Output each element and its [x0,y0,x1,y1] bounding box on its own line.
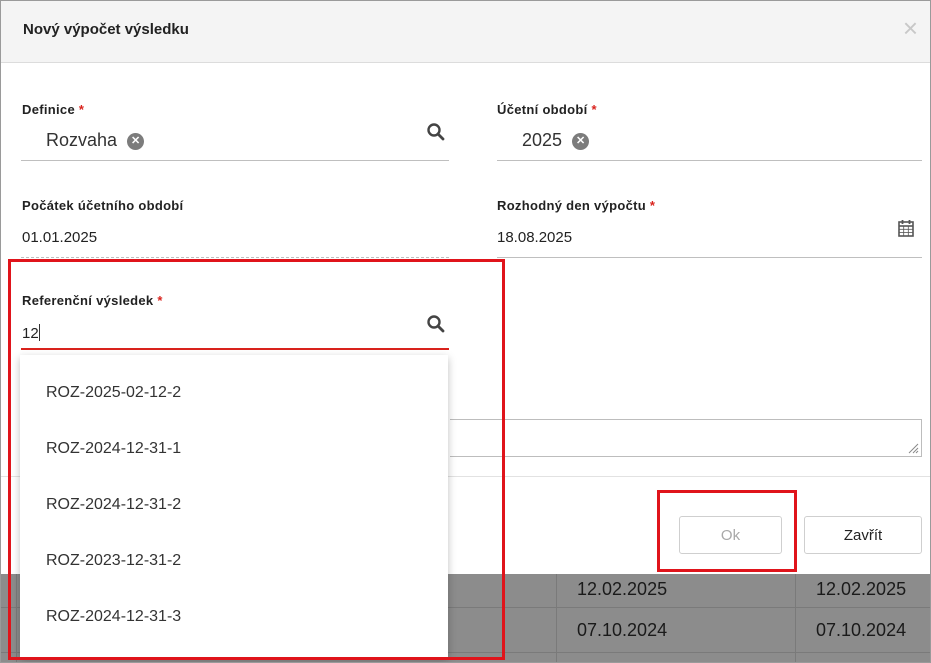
required-mark: * [157,293,163,308]
dropdown-option[interactable]: ROZ-2024-12-31-1 [46,440,181,458]
table-cell: 07.10.2024 [577,620,668,640]
dropdown-option[interactable]: ROZ-2024-12-31-2 [46,496,181,514]
accounting-period-chip: 2025 ✕ [522,130,590,151]
dropdown-option[interactable]: ROZ-2024-12-31-3 [46,608,181,626]
table-cell: 12.02.2025 [577,579,668,599]
decisive-date-underline [497,257,922,258]
table-column-divider [795,574,796,663]
search-icon[interactable] [426,122,446,142]
definition-value: Rozvaha [46,130,118,150]
table-cell: 12.02.2025 [816,579,907,599]
period-start-label: Počátek účetního období [22,198,184,213]
period-start-value: 01.01.2025 [22,229,98,246]
accounting-period-value: 2025 [522,130,563,150]
required-mark: * [591,102,597,117]
reference-result-label: Referenční výsledek * [22,293,163,308]
table-column-divider [556,574,557,663]
resize-handle-icon[interactable] [907,442,919,454]
close-icon[interactable]: × [903,15,918,41]
reference-result-underline [21,348,449,350]
definition-underline [21,160,449,161]
clear-period-icon[interactable]: ✕ [572,133,590,150]
dropdown-option[interactable]: ROZ-2025-02-12-2 [46,384,181,402]
accounting-period-label: Účetní období * [497,102,597,117]
reference-result-input[interactable]: 12 [22,324,40,342]
accounting-period-underline [497,160,922,161]
definition-label: Definice * [22,102,85,117]
required-mark: * [78,102,85,117]
decisive-date-value[interactable]: 18.08.2025 [497,229,572,246]
dialog-title: Nový výpočet výsledku [23,21,189,38]
table-cell: 07.10.2024 [816,620,907,640]
ok-button[interactable]: Ok [679,516,782,554]
clear-definition-icon[interactable]: ✕ [127,133,145,150]
calendar-icon[interactable] [898,219,914,237]
search-icon[interactable] [426,314,446,334]
note-textarea[interactable] [450,419,922,457]
close-button[interactable]: Zavřít [804,516,922,554]
table-column-divider [16,574,17,663]
dialog-header: Nový výpočet výsledku × [1,1,930,63]
required-mark: * [649,198,656,213]
text-caret [38,324,40,341]
period-start-underline [21,257,449,259]
dropdown-option[interactable]: ROZ-2023-12-31-2 [46,552,181,570]
reference-result-dropdown: ROZ-2025-02-12-2 ROZ-2024-12-31-1 ROZ-20… [20,355,448,657]
definition-chip: Rozvaha ✕ [46,130,145,151]
decisive-date-label: Rozhodný den výpočtu * [497,198,656,213]
